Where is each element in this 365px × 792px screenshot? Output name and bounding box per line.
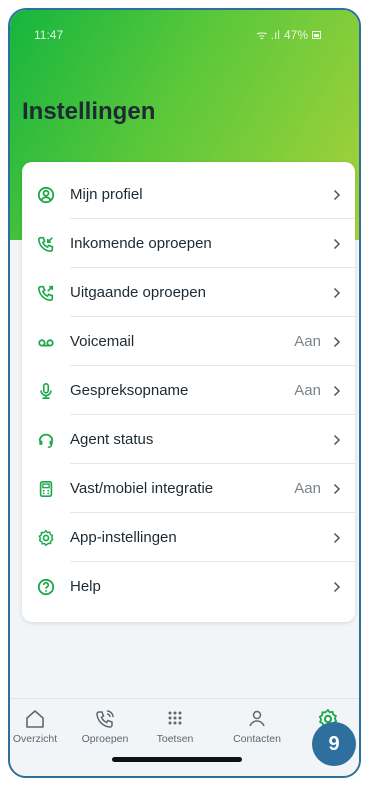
deskphone-icon: [36, 479, 56, 499]
settings-item-value: Aan: [294, 480, 321, 497]
gear-icon: [36, 528, 56, 548]
tab-label: Contacten: [233, 733, 281, 745]
settings-item-label: Help: [70, 578, 101, 595]
user-circle-icon: [36, 185, 56, 205]
settings-item-mijn-profiel[interactable]: Mijn profiel: [22, 170, 355, 219]
settings-item-value: Aan: [294, 382, 321, 399]
chevron-right-icon: [331, 237, 343, 251]
home-indicator: [112, 757, 242, 762]
settings-item-label: Agent status: [70, 431, 154, 448]
phone-incoming-icon: [36, 234, 56, 254]
settings-item-help[interactable]: Help: [22, 562, 355, 611]
settings-item-app-instellingen[interactable]: App-instellingen: [22, 513, 355, 562]
status-bar: 11:47 ᯤ .ıl 47%: [10, 10, 359, 50]
step-number-badge: 9: [312, 722, 356, 766]
tab-label: Overzicht: [12, 733, 58, 745]
home-icon: [10, 707, 70, 731]
tab-label: Toetsen: [156, 733, 194, 745]
chevron-right-icon: [331, 188, 343, 202]
settings-item-label: Mijn profiel: [70, 186, 143, 203]
battery-icon: [312, 30, 321, 39]
settings-item-label: Uitgaande oproepen: [70, 284, 206, 301]
tab-contacten[interactable]: Contacten: [222, 707, 292, 745]
phone-frame: 11:47 ᯤ .ıl 47% Instellingen Mijn profie…: [8, 8, 361, 778]
chevron-right-icon: [331, 531, 343, 545]
chevron-right-icon: [331, 286, 343, 300]
settings-item-label: Inkomende oproepen: [70, 235, 212, 252]
status-indicators: ᯤ .ıl 47%: [256, 26, 321, 43]
battery-percentage: 47%: [283, 27, 308, 42]
settings-item-label: Voicemail: [70, 333, 135, 350]
chevron-right-icon: [331, 384, 343, 398]
phone-outgoing-icon: [36, 283, 56, 303]
settings-item-vast-mobiel-integratie[interactable]: Vast/mobiel integratie Aan: [22, 464, 355, 513]
page-title: Instellingen: [22, 98, 156, 125]
settings-item-uitgaande-oproepen[interactable]: Uitgaande oproepen: [22, 268, 355, 317]
chevron-right-icon: [331, 335, 343, 349]
chevron-right-icon: [331, 580, 343, 594]
keypad-icon: [140, 707, 210, 731]
chevron-right-icon: [331, 433, 343, 447]
settings-item-agent-status[interactable]: Agent status: [22, 415, 355, 464]
chevron-right-icon: [331, 482, 343, 496]
settings-item-inkomende-oproepen[interactable]: Inkomende oproepen: [22, 219, 355, 268]
settings-list: Mijn profiel Inkomende oproepen Uitgaand…: [22, 162, 355, 622]
settings-item-label: Vast/mobiel integratie: [70, 480, 214, 497]
tab-toetsen[interactable]: Toetsen: [140, 707, 210, 745]
settings-item-value: Aan: [294, 333, 321, 350]
status-time: 11:47: [34, 28, 64, 42]
bottom-tab-bar: Overzicht Oproepen Toetsen Contacten: [10, 698, 359, 776]
help-circle-icon: [36, 577, 56, 597]
voicemail-icon: [36, 332, 56, 352]
phone-calls-icon: [70, 707, 140, 731]
tab-overzicht[interactable]: Overzicht: [10, 707, 70, 745]
settings-item-label: App-instellingen: [70, 529, 177, 546]
settings-item-label: Gespreksopname: [70, 382, 189, 399]
settings-item-gespreksopname[interactable]: Gespreksopname Aan: [22, 366, 355, 415]
tab-label: Oproepen: [81, 733, 129, 745]
signal-icon: ᯤ .ıl: [256, 28, 280, 42]
headset-icon: [36, 430, 56, 450]
settings-item-voicemail[interactable]: Voicemail Aan: [22, 317, 355, 366]
contacts-icon: [222, 707, 292, 731]
microphone-icon: [36, 381, 56, 401]
tab-oproepen[interactable]: Oproepen: [70, 707, 140, 745]
